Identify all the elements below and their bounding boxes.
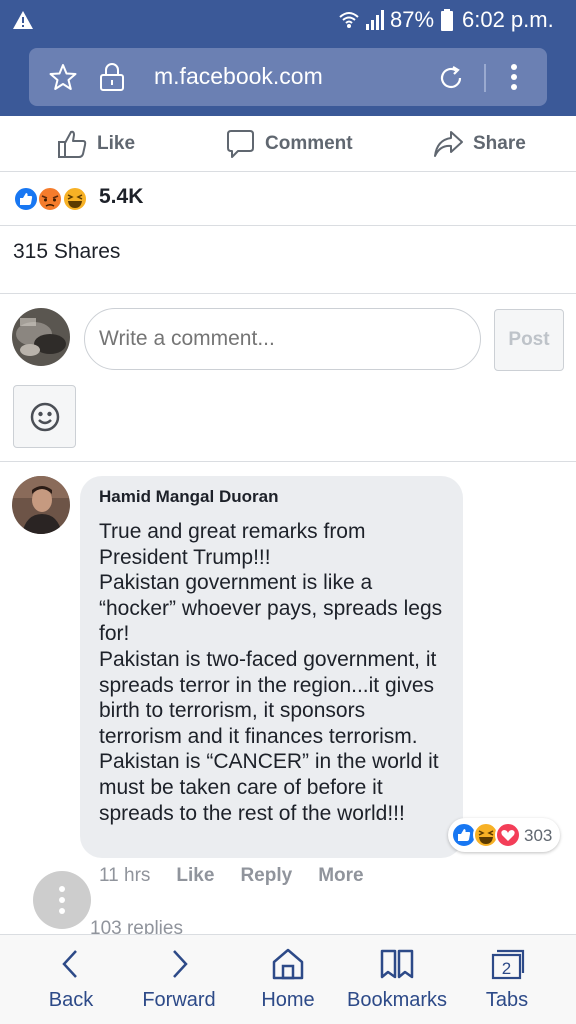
book-icon [380, 949, 414, 979]
chevron-left-icon [62, 950, 77, 978]
address-bar[interactable]: m.facebook.com [29, 48, 547, 106]
thumbs-up-icon [58, 130, 87, 158]
like-label: Like [97, 133, 136, 154]
warning-icon [13, 11, 33, 29]
smiley-icon [30, 402, 59, 431]
like-reaction-icon [451, 822, 477, 848]
more-vert-icon[interactable] [501, 62, 527, 92]
share-arrow-icon [434, 131, 463, 157]
angry-reaction-icon [37, 186, 63, 212]
tabs-icon: 2 [491, 949, 525, 980]
post-action-bar: Like Comment Share [0, 116, 576, 172]
clock: 6:02 p.m. [462, 7, 554, 32]
reactions-summary[interactable]: 5.4K [0, 172, 576, 226]
comment-input[interactable] [84, 308, 481, 370]
emoji-button[interactable] [13, 385, 76, 448]
back-label: Back [48, 989, 94, 1011]
comment-item: Hamid Mangal Duoran True and great remar… [0, 463, 576, 935]
share-button[interactable]: Share [432, 126, 526, 162]
post-button[interactable]: Post [494, 309, 564, 371]
user-avatar [12, 308, 70, 366]
tabs-button[interactable]: 2 Tabs [472, 945, 542, 1012]
floating-menu-button[interactable] [33, 871, 91, 929]
comment-reactions[interactable]: 303 [448, 818, 560, 852]
browser-header: 87% 6:02 p.m. m.facebook.com [0, 0, 576, 116]
haha-reaction-icon [62, 186, 88, 212]
tabs-label: Tabs [485, 989, 529, 1011]
shares-row[interactable]: 315 Shares [0, 226, 576, 294]
comment-reply-link[interactable]: Reply [240, 865, 292, 887]
comment-reaction-icons [451, 822, 521, 848]
comment-author[interactable]: Hamid Mangal Duoran [99, 487, 447, 507]
comment-text: True and great remarks from President Tr… [99, 520, 443, 825]
status-bar: 87% 6:02 p.m. [0, 0, 576, 40]
reload-icon[interactable] [436, 63, 466, 93]
comment-composer: Post [0, 295, 576, 462]
forward-button[interactable]: Forward [130, 945, 228, 1012]
shares-count[interactable]: 315 Shares [13, 240, 120, 264]
battery-percent: 87% [390, 7, 435, 32]
browser-bottom-nav: Back Forward Home Bookmarks 2 Tabs [0, 934, 576, 1024]
tab-count: 2 [502, 959, 511, 978]
url-divider [484, 64, 486, 92]
battery-icon [441, 9, 453, 31]
commenter-avatar[interactable] [12, 476, 70, 534]
comment-time: 11 hrs [99, 865, 151, 886]
home-icon [272, 948, 304, 980]
comment-label: Comment [265, 133, 353, 154]
home-button[interactable]: Home [250, 945, 326, 1012]
back-button[interactable]: Back [40, 945, 102, 1012]
comment-button[interactable]: Comment [224, 126, 353, 162]
reaction-icons [13, 186, 88, 212]
reaction-count: 5.4K [99, 185, 144, 208]
lock-icon [100, 63, 124, 91]
home-label: Home [261, 989, 315, 1011]
wifi-icon [339, 12, 359, 28]
comment-meta: 11 hrs Like Reply More [99, 865, 390, 887]
signal-icon [366, 10, 384, 30]
star-icon[interactable] [49, 63, 77, 91]
share-label: Share [473, 133, 526, 154]
comment-icon [227, 130, 254, 158]
bookmarks-button[interactable]: Bookmarks [340, 945, 454, 1012]
chevron-right-icon [173, 950, 188, 978]
comment-like-link[interactable]: Like [176, 865, 214, 887]
comment-reaction-count: 303 [524, 826, 553, 845]
comment-more-link[interactable]: More [318, 865, 363, 887]
like-reaction-icon [13, 186, 39, 212]
replies-link[interactable]: 103 replies [90, 918, 183, 935]
like-button[interactable]: Like [56, 126, 135, 162]
haha-reaction-icon [473, 822, 499, 848]
love-reaction-icon [495, 822, 521, 848]
comment-bubble[interactable]: Hamid Mangal Duoran True and great remar… [80, 476, 463, 858]
forward-label: Forward [142, 989, 216, 1011]
bookmarks-label: Bookmarks [346, 989, 448, 1011]
url-text[interactable]: m.facebook.com [154, 63, 323, 90]
more-vert-icon [59, 886, 65, 914]
